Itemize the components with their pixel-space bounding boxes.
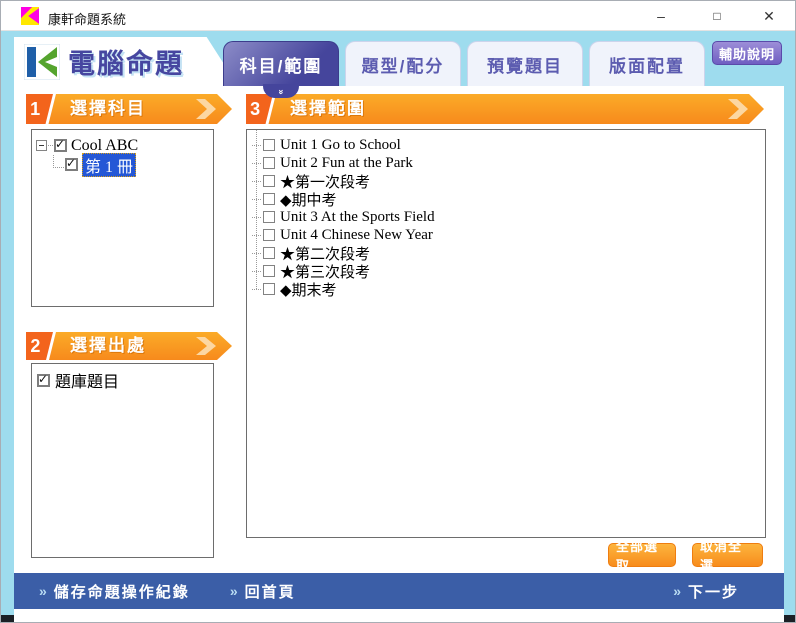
tree-connector	[252, 270, 261, 272]
page-title: 電腦命題	[68, 49, 184, 79]
arrow-right-icon: »	[673, 583, 681, 599]
kang-hsuan-logo-icon	[24, 43, 60, 80]
tree-connector	[48, 145, 53, 146]
scope-item[interactable]: ◆期末考	[252, 280, 765, 299]
scope-item-label: Unit 1 Go to School	[280, 136, 401, 153]
home-link[interactable]: » 回首頁	[230, 581, 296, 602]
checkbox-icon[interactable]	[263, 157, 275, 169]
arrow-right-icon: »	[39, 583, 47, 599]
scope-item[interactable]: Unit 2 Fun at the Park	[252, 154, 765, 172]
deselect-all-button[interactable]: 取消全選	[692, 539, 763, 573]
checkbox-icon[interactable]	[263, 247, 275, 259]
scope-item-label: Unit 3 At the Sports Field	[280, 208, 435, 225]
home-label: 回首頁	[244, 583, 296, 601]
arrow-right-icon: »	[229, 583, 238, 599]
tab-bar: 科目/範圍 題型/配分 預覽題目 版面配置	[223, 41, 705, 86]
scope-list-box: Unit 1 Go to School Unit 2 Fun at the Pa…	[246, 129, 766, 538]
tab[interactable]: 題型/配分	[345, 41, 461, 86]
source-item-label: 題庫題目	[55, 374, 120, 391]
save-record-link[interactable]: » 儲存命題操作紀錄	[39, 581, 190, 602]
next-step-button[interactable]: » 下一步	[673, 581, 739, 602]
tree-connector	[252, 234, 261, 236]
next-step-label: 下一步	[687, 583, 739, 601]
section-title: 選擇科目	[70, 99, 146, 118]
scope-item[interactable]: Unit 3 At the Sports Field	[252, 208, 765, 226]
section-scope-banner: 3 選擇範圍	[246, 94, 764, 124]
checkbox-icon[interactable]	[54, 137, 67, 152]
window-body: 電腦命題 科目/範圍 題型/配分 預覽題目 版面配置 » 輔助說明 1 選擇科目	[1, 31, 795, 622]
section-number-badge: 1	[19, 94, 56, 124]
section-number-badge: 2	[19, 332, 56, 360]
tree-connector	[252, 180, 261, 182]
title-bar: 康軒命題系統 – □ ✕	[1, 1, 795, 31]
scope-item-label: Unit 4 Chinese New Year	[280, 226, 433, 243]
scope-item[interactable]: Unit 4 Chinese New Year	[252, 226, 765, 244]
section-source-banner: 2 選擇出處	[26, 332, 232, 360]
scope-item[interactable]: ◆期中考	[252, 190, 765, 209]
source-list-box: 題庫題目	[31, 363, 214, 558]
scope-item[interactable]: ★第一次段考	[252, 172, 765, 191]
arrow-right-icon	[728, 99, 748, 119]
section-subject-banner: 1 選擇科目	[26, 94, 232, 124]
app-icon	[21, 7, 39, 25]
source-list: 題庫題目	[32, 364, 213, 396]
close-button[interactable]: ✕	[759, 8, 779, 25]
tree-connector	[252, 162, 261, 164]
section-number-badge: 3	[239, 94, 276, 124]
window-title: 康軒命題系統	[48, 12, 127, 27]
save-record-label: 儲存命題操作紀錄	[53, 583, 190, 601]
subject-tree-box: Cool ABC 第 1 冊	[31, 129, 214, 307]
tree-connector	[252, 252, 261, 254]
active-tab-notch: »	[263, 84, 299, 98]
checkbox-icon[interactable]	[263, 283, 275, 295]
arrow-right-icon	[196, 337, 216, 355]
checkbox-icon[interactable]	[263, 265, 275, 277]
subject-tree: Cool ABC 第 1 冊	[32, 130, 213, 180]
chevron-down-icon: »	[276, 88, 287, 94]
minimize-button[interactable]: –	[651, 8, 671, 25]
checkbox-icon[interactable]	[263, 175, 275, 187]
tab-label: 預覽題目	[487, 56, 563, 76]
scope-list: Unit 1 Go to School Unit 2 Fun at the Pa…	[247, 130, 765, 537]
source-item[interactable]: 題庫題目	[37, 370, 208, 391]
logo-band: 電腦命題	[14, 37, 238, 86]
checkbox-icon[interactable]	[37, 372, 50, 387]
scope-item-label: ◆期中考	[280, 192, 337, 209]
checkbox-icon[interactable]	[263, 193, 275, 205]
footer-bar: » 儲存命題操作紀錄 » 回首頁 » 下一步	[14, 573, 784, 609]
checkbox-icon[interactable]	[65, 156, 78, 171]
checkbox-icon[interactable]	[263, 211, 275, 223]
scope-item[interactable]: ★第三次段考	[252, 262, 765, 281]
tree-connector	[53, 154, 64, 168]
scope-item[interactable]: ★第二次段考	[252, 244, 765, 263]
help-button[interactable]: 輔助說明	[712, 41, 782, 65]
tab[interactable]: 版面配置	[589, 41, 705, 86]
section-title: 選擇出處	[70, 336, 146, 355]
maximize-button[interactable]: □	[707, 8, 727, 25]
select-all-button[interactable]: 全部選取	[608, 539, 676, 573]
tree-row-child[interactable]: 第 1 冊	[53, 152, 209, 177]
checkbox-icon[interactable]	[263, 139, 275, 151]
collapse-icon[interactable]	[36, 140, 47, 151]
checkbox-icon[interactable]	[263, 229, 275, 241]
app-window: 康軒命題系統 – □ ✕ 電腦命題 科目/範圍 題型/配分 預覽題目 版面配置 » 輔…	[0, 0, 796, 623]
tree-connector	[252, 198, 261, 200]
tab-label: 科目/範圍	[239, 56, 323, 76]
scope-item[interactable]: Unit 1 Go to School	[252, 136, 765, 154]
scope-item-label: Unit 2 Fun at the Park	[280, 154, 413, 171]
main-panel: 1 選擇科目 Cool ABC 第 1 冊	[14, 86, 784, 622]
tree-connector	[252, 216, 261, 218]
tab-label: 版面配置	[609, 56, 685, 76]
tree-connector	[252, 144, 261, 146]
section-title: 選擇範圍	[290, 99, 366, 118]
tab[interactable]: 預覽題目	[467, 41, 583, 86]
scope-item-label: ◆期末考	[280, 282, 337, 299]
arrow-right-icon	[196, 99, 216, 119]
tab-label: 題型/配分	[361, 56, 445, 76]
tree-connector	[252, 288, 261, 290]
tree-child-label[interactable]: 第 1 冊	[82, 152, 137, 177]
tab[interactable]: 科目/範圍	[223, 41, 339, 86]
